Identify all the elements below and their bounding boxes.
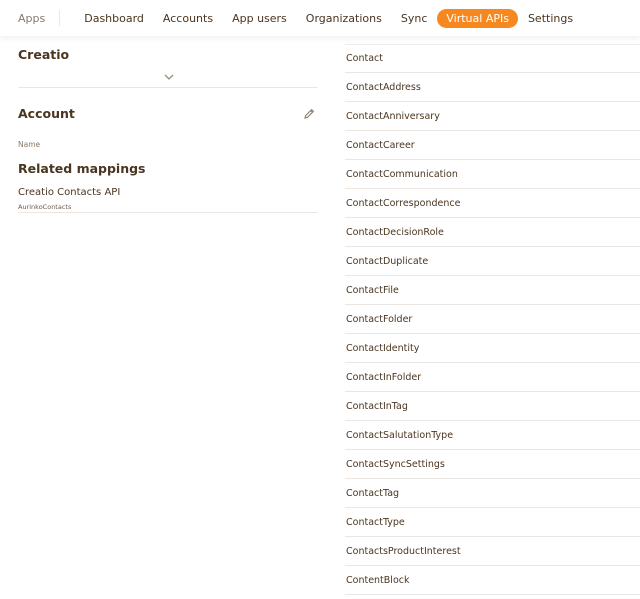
entity-list: Contact ContactAddress ContactAnniversary C… (345, 44, 640, 595)
entity-list-item[interactable]: ContactAnniversary (345, 102, 640, 131)
entity-list-item[interactable]: ContactDecisionRole (345, 218, 640, 247)
nav-dashboard[interactable]: Dashboard (84, 12, 144, 25)
entity-list-item[interactable]: ContactIdentity (345, 334, 640, 363)
nav-app-users[interactable]: App users (232, 12, 287, 25)
entity-list-item[interactable]: ContactTag (345, 479, 640, 508)
entity-list-item[interactable]: ContentBlock (345, 566, 640, 595)
entity-list-item[interactable]: ContactCommunication (345, 160, 640, 189)
mapping-title[interactable]: Creatio Contacts API (18, 187, 120, 198)
entity-list-item[interactable]: ContactCorrespondence (345, 189, 640, 218)
entity-list-item[interactable]: ContactInTag (345, 392, 640, 421)
mapping-subtitle: AurinkoContacts (18, 203, 72, 211)
divider (18, 87, 318, 88)
nav-sync[interactable]: Sync (401, 12, 428, 25)
entity-list-item[interactable]: ContactFile (345, 276, 640, 305)
nav-settings[interactable]: Settings (528, 12, 573, 25)
name-label: Name (18, 140, 41, 149)
nav-organizations[interactable]: Organizations (306, 12, 382, 25)
entity-list-item[interactable]: ContactCareer (345, 131, 640, 160)
entity-list-item[interactable]: ContactType (345, 508, 640, 537)
entity-list-item[interactable]: ContactsProductInterest (345, 537, 640, 566)
entity-list-item[interactable]: ContactInFolder (345, 363, 640, 392)
chevron-down-icon[interactable] (163, 72, 175, 82)
entity-list-item[interactable]: ContactSyncSettings (345, 450, 640, 479)
related-mappings-title: Related mappings (18, 161, 146, 176)
entity-list-item[interactable]: Contact (345, 44, 640, 73)
provider-title: Creatio (18, 47, 70, 62)
entity-list-item[interactable]: ContactSalutationType (345, 421, 640, 450)
entity-list-item[interactable]: ContactDuplicate (345, 247, 640, 276)
divider (18, 212, 318, 213)
entity-list-item[interactable]: ContactFolder (345, 305, 640, 334)
nav-divider (59, 10, 61, 26)
apps-link[interactable]: Apps (18, 12, 45, 25)
edit-pencil-icon[interactable] (302, 107, 316, 121)
section-title-account: Account (18, 106, 75, 121)
nav-accounts[interactable]: Accounts (163, 12, 213, 25)
nav-virtual-apis[interactable]: Virtual APIs (437, 8, 518, 28)
top-nav-bar: Apps Dashboard Accounts App users Organi… (0, 0, 640, 36)
entity-list-item[interactable]: ContactAddress (345, 73, 640, 102)
